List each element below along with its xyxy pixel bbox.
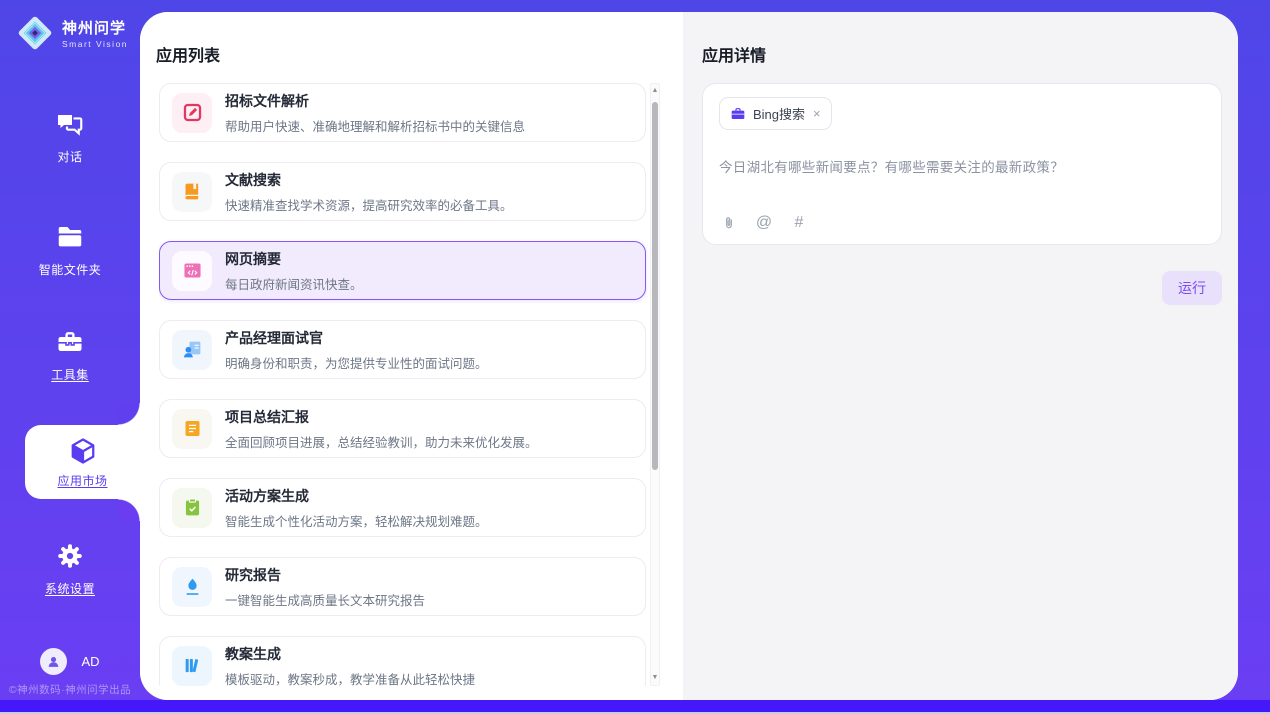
- app-card-list: 招标文件解析 帮助用户快速、准确地理解和解析招标书中的关键信息 文献搜索 快速精…: [159, 83, 660, 686]
- interviewer-icon: [172, 330, 212, 370]
- app-detail-panel: 应用详情 Bing搜索 × 今日湖北有哪些新闻要点？有哪些需要关注的最新政策？: [683, 12, 1238, 700]
- app-card-description: 模板驱动，教案秒成，教学准备从此轻松快捷: [225, 669, 475, 687]
- prompt-input-card[interactable]: Bing搜索 × 今日湖北有哪些新闻要点？有哪些需要关注的最新政策？ @ #: [702, 83, 1222, 245]
- pen-square-icon: [172, 93, 212, 133]
- report-note-icon: [172, 409, 212, 449]
- query-text[interactable]: 今日湖北有哪些新闻要点？有哪些需要关注的最新政策？: [719, 156, 1205, 176]
- sidebar: 神州问学 Smart Vision 对话 智能文件夹 工具集 应用市场 系统设置…: [0, 0, 140, 700]
- book-icon: [172, 172, 212, 212]
- clipboard-check-icon: [172, 488, 212, 528]
- app-window: { "brand": { "name": "神州问学", "subtitle":…: [0, 0, 1270, 714]
- sidebar-item-智能文件夹[interactable]: 智能文件夹: [0, 222, 140, 278]
- app-list-panel: 应用列表 招标文件解析 帮助用户快速、准确地理解和解析招标书中的关键信息 文献搜…: [140, 12, 683, 700]
- paperclip-icon[interactable]: [720, 214, 738, 232]
- mention-icon[interactable]: @: [755, 214, 773, 232]
- scroll-up-icon[interactable]: ▲: [651, 85, 659, 97]
- app-card[interactable]: 产品经理面试官 明确身份和职责，为您提供专业性的面试问题。: [159, 320, 646, 379]
- folder-icon: [55, 222, 85, 252]
- app-card-title: 文献搜索: [225, 170, 513, 190]
- app-card-title: 教案生成: [225, 644, 475, 664]
- sidebar-footer: ©神州数码·神州问学出品: [0, 682, 140, 697]
- app-card-description: 帮助用户快速、准确地理解和解析招标书中的关键信息: [225, 116, 525, 135]
- app-card-description: 快速精准查找学术资源，提高研究效率的必备工具。: [225, 195, 513, 214]
- scrollbar[interactable]: ▲ ▼: [650, 83, 660, 686]
- sidebar-item-应用市场[interactable]: 应用市场: [25, 425, 140, 499]
- sidebar-item-label: 工具集: [51, 366, 89, 383]
- app-card-description: 明确身份和职责，为您提供专业性的面试问题。: [225, 353, 488, 372]
- brand-subtitle: Smart Vision: [62, 39, 128, 49]
- app-card-description: 一键智能生成高质量长文本研究报告: [225, 590, 425, 609]
- app-card[interactable]: 网页摘要 每日政府新闻资讯快查。: [159, 241, 646, 300]
- app-card[interactable]: 研究报告 一键智能生成高质量长文本研究报告: [159, 557, 646, 616]
- ink-pen-icon: [172, 567, 212, 607]
- toolbox-icon: [55, 327, 85, 357]
- sidebar-item-label: 应用市场: [57, 472, 107, 489]
- main-content: 应用列表 招标文件解析 帮助用户快速、准确地理解和解析招标书中的关键信息 文献搜…: [140, 12, 1238, 700]
- app-detail-title: 应用详情: [702, 42, 766, 66]
- app-card-title: 产品经理面试官: [225, 328, 488, 348]
- chat-icon: [55, 109, 85, 139]
- tool-chip-label: Bing搜索: [753, 104, 805, 123]
- hash-icon[interactable]: #: [790, 214, 808, 232]
- app-card[interactable]: 教案生成 模板驱动，教案秒成，教学准备从此轻松快捷: [159, 636, 646, 686]
- briefcase-icon: [730, 106, 746, 122]
- app-card-title: 项目总结汇报: [225, 407, 538, 427]
- gear-icon: [55, 541, 85, 571]
- user-label: AD: [81, 654, 99, 669]
- sidebar-item-系统设置[interactable]: 系统设置: [0, 541, 140, 597]
- app-card[interactable]: 活动方案生成 智能生成个性化活动方案，轻松解决规划难题。: [159, 478, 646, 537]
- app-card-title: 网页摘要: [225, 249, 363, 269]
- run-button[interactable]: 运行: [1162, 271, 1222, 305]
- scroll-down-icon[interactable]: ▼: [651, 672, 659, 684]
- sidebar-item-工具集[interactable]: 工具集: [0, 327, 140, 383]
- app-card[interactable]: 文献搜索 快速精准查找学术资源，提高研究效率的必备工具。: [159, 162, 646, 221]
- app-card[interactable]: 项目总结汇报 全面回顾项目进展，总结经验教训，助力未来优化发展。: [159, 399, 646, 458]
- sidebar-item-label: 对话: [57, 148, 82, 165]
- diamond-logo-icon: [16, 14, 54, 52]
- app-card-description: 每日政府新闻资讯快查。: [225, 274, 363, 293]
- brand-logo: 神州问学 Smart Vision: [16, 14, 128, 52]
- app-card-title: 研究报告: [225, 565, 425, 585]
- scrollbar-thumb[interactable]: [652, 102, 658, 470]
- user-avatar-icon: [40, 648, 67, 675]
- app-list-title: 应用列表: [156, 42, 220, 66]
- user-profile[interactable]: AD: [0, 648, 140, 675]
- sidebar-item-label: 智能文件夹: [39, 261, 102, 278]
- app-card-title: 活动方案生成: [225, 486, 488, 506]
- app-card-title: 招标文件解析: [225, 91, 525, 111]
- app-card-description: 智能生成个性化活动方案，轻松解决规划难题。: [225, 511, 488, 530]
- app-card-description: 全面回顾项目进展，总结经验教训，助力未来优化发展。: [225, 432, 538, 451]
- books-icon: [172, 646, 212, 686]
- app-card[interactable]: 招标文件解析 帮助用户快速、准确地理解和解析招标书中的关键信息: [159, 83, 646, 142]
- cube-icon: [68, 436, 98, 466]
- chip-close-icon[interactable]: ×: [813, 106, 821, 121]
- browser-code-icon: [172, 251, 212, 291]
- composer-toolbar: @ #: [720, 214, 808, 232]
- run-row: 运行: [683, 271, 1238, 305]
- brand-name: 神州问学: [62, 17, 128, 38]
- sidebar-item-对话[interactable]: 对话: [0, 109, 140, 165]
- sidebar-item-label: 系统设置: [45, 580, 95, 597]
- bottom-bar: [0, 700, 1270, 712]
- tool-chip-bing-search[interactable]: Bing搜索 ×: [719, 97, 832, 130]
